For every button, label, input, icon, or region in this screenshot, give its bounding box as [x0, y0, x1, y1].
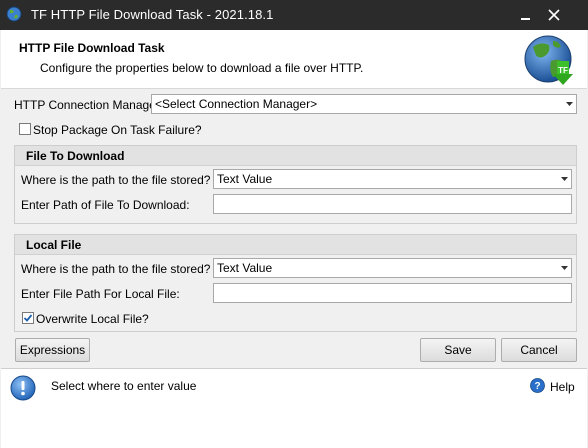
chevron-down-icon: [561, 177, 568, 181]
connection-manager-value: <Select Connection Manager>: [155, 97, 318, 111]
cancel-button[interactable]: Cancel: [501, 338, 577, 362]
stop-package-checkbox[interactable]: [19, 123, 31, 135]
local-path-label: Enter File Path For Local File:: [21, 287, 180, 301]
status-message: Select where to enter value: [51, 379, 197, 393]
close-button[interactable]: [542, 3, 566, 27]
file-to-download-header: File To Download: [15, 146, 576, 166]
overwrite-local-file-checkbox[interactable]: [22, 312, 34, 324]
chevron-down-icon: [561, 266, 568, 270]
globe-download-icon: TF: [524, 35, 573, 85]
overwrite-local-file-label: Overwrite Local File?: [36, 312, 149, 326]
local-path-source-label: Where is the path to the file stored?: [21, 262, 211, 276]
local-file-header: Local File: [15, 235, 576, 255]
download-path-source-select[interactable]: Text Value: [213, 169, 572, 189]
local-path-input[interactable]: [213, 283, 572, 303]
dialog-header: HTTP File Download Task Configure the pr…: [1, 30, 587, 89]
window-title: TF HTTP File Download Task - 2021.18.1: [31, 7, 274, 22]
logo-badge-text: TF: [558, 66, 568, 75]
download-path-source-label: Where is the path to the file stored?: [21, 173, 211, 187]
globe-app-icon: [6, 6, 22, 22]
download-path-source-value: Text Value: [217, 172, 273, 186]
local-path-source-value: Text Value: [217, 261, 273, 275]
save-button[interactable]: Save: [420, 338, 496, 362]
local-file-title: Local File: [26, 238, 82, 252]
status-panel: Select where to enter value ? Help: [1, 368, 587, 448]
connection-manager-select[interactable]: <Select Connection Manager>: [151, 94, 577, 114]
help-link[interactable]: Help: [550, 380, 575, 394]
connection-manager-label: HTTP Connection Manager:: [14, 98, 164, 112]
local-path-source-select[interactable]: Text Value: [213, 258, 572, 278]
info-icon: [10, 375, 36, 401]
file-to-download-title: File To Download: [26, 149, 125, 163]
minimize-button[interactable]: [514, 3, 538, 27]
download-path-input[interactable]: [213, 194, 572, 214]
chevron-down-icon: [566, 102, 573, 106]
help-icon[interactable]: ?: [530, 378, 545, 393]
svg-text:?: ?: [534, 381, 540, 392]
dialog-description: Configure the properties below to downlo…: [40, 61, 364, 75]
checkmark-icon: [23, 314, 33, 322]
dialog-heading: HTTP File Download Task: [19, 41, 165, 55]
stop-package-label: Stop Package On Task Failure?: [33, 123, 202, 137]
download-path-label: Enter Path of File To Download:: [21, 198, 190, 212]
expressions-button[interactable]: Expressions: [15, 338, 90, 362]
title-bar: TF HTTP File Download Task - 2021.18.1: [0, 0, 588, 30]
